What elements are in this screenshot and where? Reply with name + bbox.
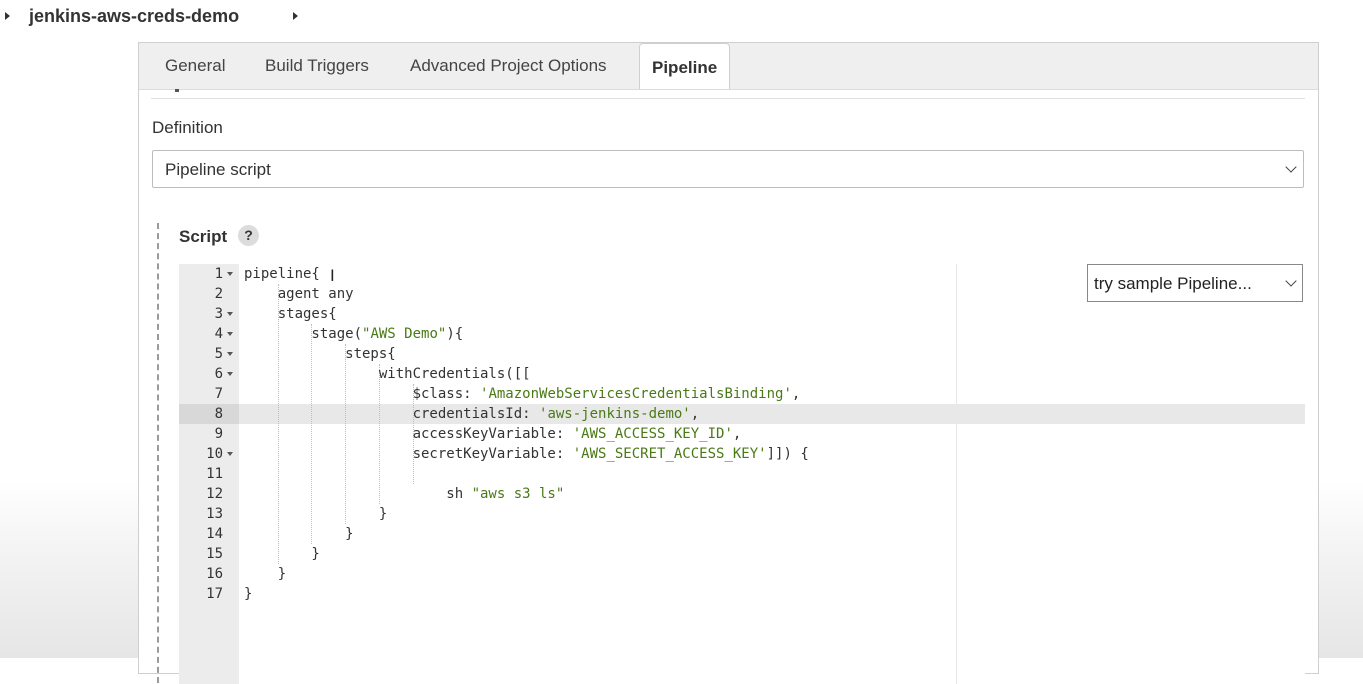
line-number: 14: [206, 526, 223, 542]
tab-advanced-project-options[interactable]: Advanced Project Options: [410, 56, 607, 76]
sample-pipeline-select[interactable]: try sample Pipeline...: [1087, 264, 1303, 302]
fold-arrow-icon[interactable]: [227, 372, 233, 376]
code-text: $class:: [244, 386, 481, 402]
code-line[interactable]: secretKeyVariable: 'AWS_SECRET_ACCESS_KE…: [244, 444, 809, 464]
code-text: secretKeyVariable:: [244, 446, 573, 462]
code-line[interactable]: sh "aws s3 ls": [244, 484, 564, 504]
code-text: }: [244, 526, 354, 542]
line-number: 7: [214, 386, 223, 402]
code-text: sh: [244, 486, 472, 502]
code-string: 'aws-jenkins-demo': [539, 406, 691, 422]
line-number: 8: [214, 406, 223, 422]
code-line[interactable]: }: [244, 564, 286, 584]
line-number: 1: [214, 266, 223, 282]
print-margin-line: [956, 264, 957, 684]
code-line[interactable]: stages{: [244, 304, 337, 324]
line-number: 4: [214, 326, 223, 342]
code-line[interactable]: steps{: [244, 344, 396, 364]
fold-arrow-icon[interactable]: [227, 332, 233, 336]
line-number: 16: [206, 566, 223, 582]
fold-arrow-icon[interactable]: [227, 452, 233, 456]
section-divider: [151, 98, 1305, 99]
text-cursor-icon: I: [330, 266, 335, 285]
code-text: stage(: [244, 326, 363, 342]
code-string: "AWS Demo": [362, 326, 447, 342]
sample-pipeline-selected: try sample Pipeline...: [1094, 274, 1252, 293]
code-string: 'AWS_ACCESS_KEY_ID': [572, 426, 733, 442]
code-line[interactable]: stage("AWS Demo"){: [244, 324, 463, 344]
code-line[interactable]: }: [244, 504, 387, 524]
code-text: }: [244, 546, 320, 562]
tab-bar: General Build Triggers Advanced Project …: [139, 43, 1318, 90]
script-editor[interactable]: 1 pipeline{ 2 agent any 3 stages{ 4 stage("A…: [179, 264, 1305, 684]
chevron-down-icon: [1285, 161, 1297, 173]
line-number: 13: [206, 506, 223, 522]
code-text: ,: [791, 386, 801, 402]
code-line[interactable]: withCredentials([[: [244, 364, 531, 384]
section-dashed-border: [157, 223, 159, 683]
code-line[interactable]: agent any: [244, 284, 354, 304]
code-text: withCredentials([[: [244, 366, 531, 382]
code-text: credentialsId:: [244, 406, 540, 422]
code-text: accessKeyVariable:: [244, 426, 573, 442]
code-text: pipeline{: [244, 266, 320, 282]
code-text: }: [244, 566, 287, 582]
code-line[interactable]: accessKeyVariable: 'AWS_ACCESS_KEY_ID',: [244, 424, 742, 444]
code-text: ]]) {: [766, 446, 809, 462]
definition-select[interactable]: Pipeline script: [152, 150, 1304, 188]
line-number: 5: [214, 346, 223, 362]
help-icon[interactable]: ?: [238, 225, 259, 246]
tab-build-triggers[interactable]: Build Triggers: [265, 56, 369, 76]
code-text: ,: [690, 406, 700, 422]
code-string: 'AmazonWebServicesCredentialsBinding': [480, 386, 792, 402]
tab-pipeline-label: Pipeline: [652, 58, 718, 77]
line-number: 12: [206, 486, 223, 502]
code-line[interactable]: }: [244, 584, 252, 604]
code-text: }: [244, 586, 253, 602]
line-number: 6: [214, 366, 223, 382]
line-number: 10: [206, 446, 223, 462]
line-number: 3: [214, 306, 223, 322]
tab-general[interactable]: General: [165, 56, 225, 76]
code-line[interactable]: }: [244, 524, 354, 544]
code-string: "aws s3 ls": [471, 486, 565, 502]
config-panel: General Build Triggers Advanced Project …: [138, 42, 1319, 684]
code-line[interactable]: credentialsId: 'aws-jenkins-demo',: [244, 404, 700, 424]
line-number: 2: [214, 286, 223, 302]
code-text: }: [244, 506, 388, 522]
code-line[interactable]: $class: 'AmazonWebServicesCredentialsBin…: [244, 384, 801, 404]
fold-arrow-icon[interactable]: [227, 312, 233, 316]
code-text: ){: [446, 326, 464, 342]
breadcrumb-bar: jenkins-aws-creds-demo: [0, 0, 1363, 36]
fold-arrow-icon[interactable]: [227, 272, 233, 276]
caret-right-icon[interactable]: [293, 12, 298, 20]
code-line[interactable]: }: [244, 544, 320, 564]
definition-selected-value: Pipeline script: [165, 160, 271, 179]
caret-right-icon[interactable]: [5, 12, 10, 20]
code-text: ,: [732, 426, 742, 442]
project-name-link[interactable]: jenkins-aws-creds-demo: [29, 6, 239, 27]
code-text: steps{: [244, 346, 396, 362]
scrolled-text-fragment: [175, 89, 179, 92]
code-string: 'AWS_SECRET_ACCESS_KEY': [572, 446, 767, 462]
code-text: agent any: [244, 286, 354, 302]
line-number: 15: [206, 546, 223, 562]
line-number: 11: [206, 466, 223, 482]
code-text: stages{: [244, 306, 337, 322]
line-number: 17: [206, 586, 223, 602]
script-label: Script: [179, 227, 228, 246]
fold-arrow-icon[interactable]: [227, 352, 233, 356]
chevron-down-icon: [1285, 275, 1297, 287]
line-number: 9: [214, 426, 223, 442]
code-line[interactable]: pipeline{: [244, 264, 320, 284]
definition-label: Definition: [152, 118, 223, 137]
tab-pipeline[interactable]: Pipeline: [639, 43, 730, 89]
